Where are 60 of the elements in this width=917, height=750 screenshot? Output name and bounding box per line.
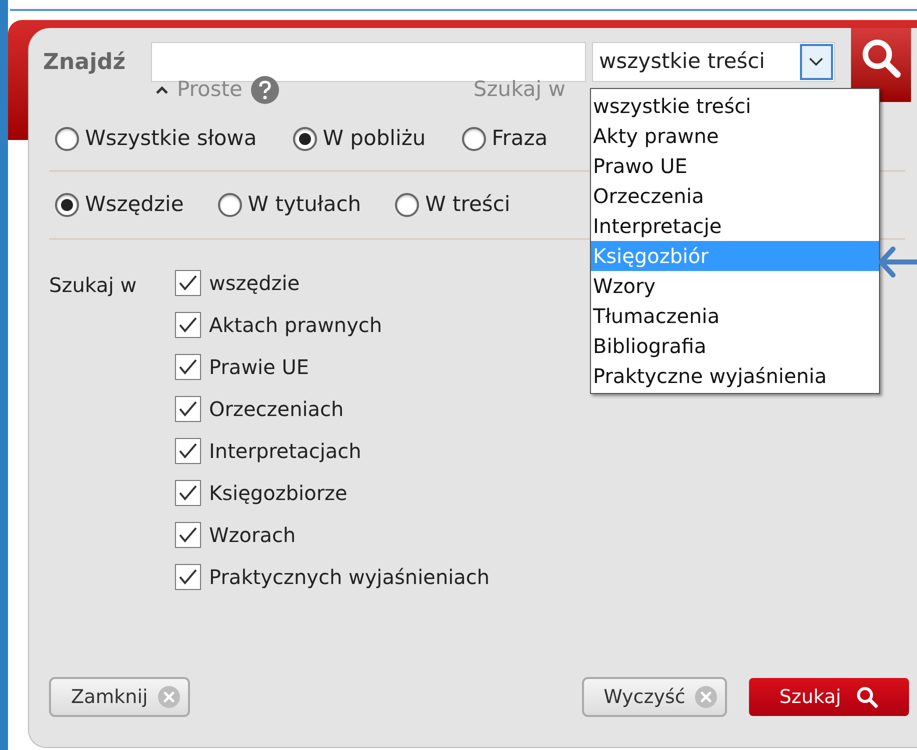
- clear-icon: [158, 686, 180, 708]
- radio-button[interactable]: [292, 127, 317, 151]
- radio-option[interactable]: Wszędzie: [55, 189, 184, 221]
- scope-select[interactable]: wszystkie treści: [592, 42, 835, 82]
- clear-button[interactable]: Wyczyść: [582, 677, 728, 717]
- check-icon: [178, 316, 198, 334]
- dropdown-option[interactable]: Akty prawne: [591, 121, 879, 151]
- radio-option[interactable]: W pobliżu: [292, 123, 426, 155]
- dropdown-option[interactable]: Bibliografia: [591, 331, 879, 361]
- find-label: Znajdź: [43, 48, 127, 76]
- clear-icon: [695, 686, 718, 708]
- scope-hint: Szukaj w: [473, 76, 566, 104]
- check-icon: [178, 400, 198, 418]
- chevron-down-icon: [800, 44, 833, 80]
- radio-option[interactable]: W treści: [395, 189, 510, 221]
- radio-button[interactable]: [462, 127, 486, 151]
- checkbox[interactable]: [175, 564, 201, 590]
- radio-button[interactable]: [218, 193, 242, 217]
- search-in-label: Szukaj w: [49, 272, 138, 299]
- checkbox[interactable]: [175, 270, 201, 296]
- checkbox-option[interactable]: Księgozbiorze: [175, 478, 490, 508]
- check-icon: [178, 526, 198, 544]
- checkbox-option[interactable]: Interpretacjach: [175, 436, 490, 466]
- check-icon: [178, 568, 198, 586]
- radio-option[interactable]: Fraza: [462, 123, 548, 155]
- check-icon: [178, 442, 198, 460]
- radio-option[interactable]: Wszystkie słowa: [55, 123, 257, 155]
- checkbox-option[interactable]: Orzeczeniach: [175, 394, 490, 424]
- dropdown-option[interactable]: Orzeczenia: [591, 181, 879, 211]
- check-icon: [178, 358, 198, 376]
- checkbox-option[interactable]: wszędzie: [175, 268, 490, 298]
- search-field[interactable]: [151, 42, 586, 82]
- checkbox[interactable]: [175, 522, 201, 548]
- radio-option[interactable]: W tytułach: [218, 189, 362, 221]
- dropdown-option[interactable]: Praktyczne wyjaśnienia: [591, 361, 879, 391]
- checkbox[interactable]: [175, 438, 201, 464]
- dropdown-option[interactable]: Tłumaczenia: [591, 301, 879, 331]
- checkbox-option[interactable]: Praktycznych wyjaśnieniach: [175, 562, 490, 592]
- pointer-arrow: [877, 245, 917, 279]
- clear-button[interactable]: Zamknij: [49, 677, 190, 717]
- checkbox[interactable]: [175, 312, 201, 338]
- search-button[interactable]: [851, 28, 911, 102]
- checkbox[interactable]: [175, 396, 201, 422]
- dropdown-option[interactable]: Wzory: [591, 271, 879, 301]
- dropdown-option[interactable]: Interpretacje: [591, 211, 879, 241]
- checkbox-option[interactable]: Aktach prawnych: [175, 310, 490, 340]
- dropdown-option[interactable]: wszystkie treści: [591, 91, 879, 121]
- checkbox-option[interactable]: Prawie UE: [175, 352, 490, 382]
- checkbox[interactable]: [175, 354, 201, 380]
- check-icon: [178, 484, 198, 502]
- search-icon: [855, 685, 879, 709]
- search-submit-button[interactable]: Szukaj: [749, 678, 909, 716]
- chevron-up-icon: [155, 85, 169, 95]
- radio-button[interactable]: [395, 193, 420, 217]
- check-icon: [178, 274, 198, 292]
- dropdown-option[interactable]: Prawo UE: [591, 151, 879, 181]
- checkbox-option[interactable]: Wzorach: [175, 520, 490, 550]
- checkbox[interactable]: [175, 480, 201, 506]
- radio-button[interactable]: [55, 193, 79, 217]
- radio-button[interactable]: [55, 127, 79, 151]
